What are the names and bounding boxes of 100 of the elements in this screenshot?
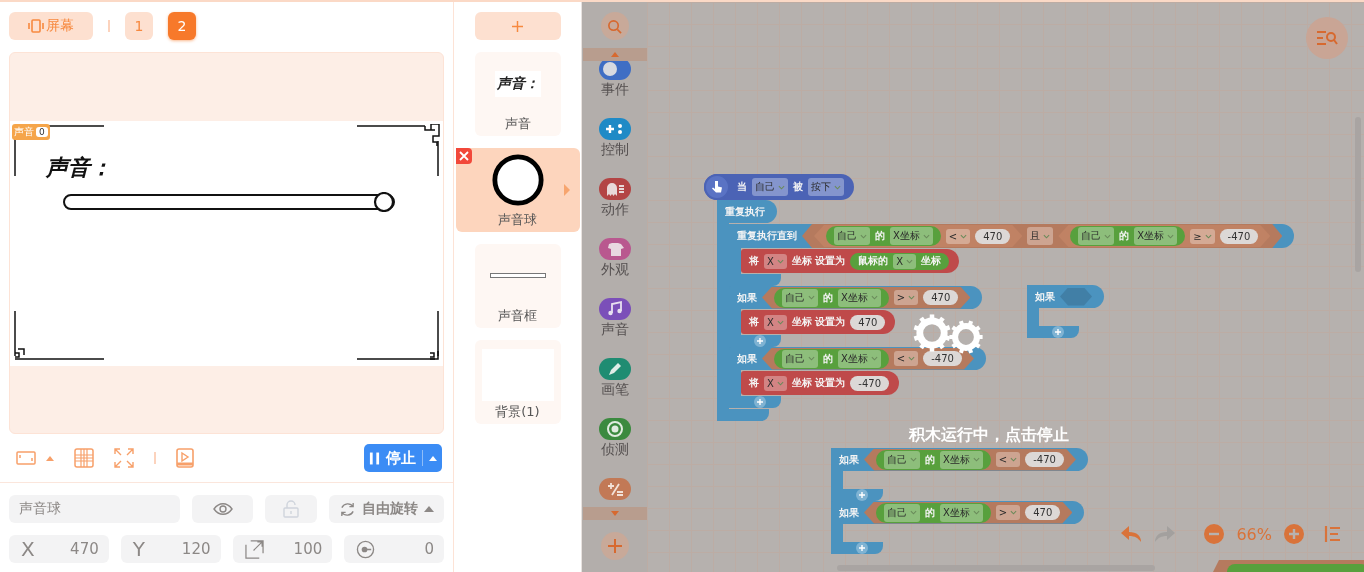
category-item[interactable]: 动作 <box>598 181 631 241</box>
add-extension-button[interactable] <box>600 532 629 560</box>
number-input[interactable]: 470 <box>1025 505 1061 520</box>
reporter-block[interactable]: 自己 的 X坐标 <box>876 502 991 523</box>
reporter-block[interactable]: 自己 的 X坐标 <box>774 287 889 308</box>
block-dropdown[interactable]: ≥ <box>1190 228 1215 244</box>
reporter-block[interactable]: 自己 的 X坐标 <box>1070 226 1186 246</box>
condition-block[interactable]: 自己 的 X坐标 < 470 <box>814 225 1023 247</box>
category-item[interactable]: 外观 <box>598 241 631 301</box>
block-dropdown[interactable]: 自己 <box>884 450 920 469</box>
block-dropdown[interactable]: < <box>893 351 919 366</box>
condition-block[interactable]: 自己 的 X坐标 < 470 且 自己 的 X坐标 ≥ -470 <box>802 224 1283 248</box>
scroll-down-button[interactable] <box>582 507 647 520</box>
block-dropdown[interactable]: X <box>764 375 787 391</box>
add-icon[interactable] <box>754 335 766 347</box>
number-input[interactable]: 470 <box>975 228 1011 244</box>
chevron-icon <box>834 184 841 190</box>
search-button[interactable] <box>600 12 629 40</box>
stage-size-icon[interactable] <box>16 451 36 465</box>
code-block[interactable]: 将 X 坐标 设置为 -470 <box>741 371 900 395</box>
block-dropdown[interactable]: 自己 <box>834 227 870 245</box>
chevron-icon <box>778 184 785 190</box>
block-dropdown[interactable]: X <box>893 253 917 269</box>
block-dropdown[interactable]: X坐标 <box>890 227 933 245</box>
caret-icon[interactable] <box>46 455 54 461</box>
number-input[interactable]: 470 <box>923 290 959 305</box>
number-input[interactable]: -470 <box>850 375 890 391</box>
add-icon[interactable] <box>856 542 868 554</box>
code-block[interactable]: 如果 自己 的 X坐标 > 470 <box>831 501 1085 554</box>
block-dropdown[interactable]: X坐标 <box>940 450 983 469</box>
chevron-icon <box>870 356 878 361</box>
category-item[interactable]: 控制 <box>598 121 631 181</box>
reporter-block[interactable]: 自己 的 X坐标 <box>876 449 991 470</box>
add-icon[interactable] <box>754 396 766 408</box>
reporter-block[interactable]: 自己 的 X坐标 <box>826 226 941 246</box>
number-input[interactable]: -470 <box>1219 228 1259 244</box>
block-dropdown[interactable]: X坐标 <box>838 349 881 368</box>
add-icon[interactable] <box>856 489 868 501</box>
caret-icon <box>429 455 437 461</box>
reporter-block[interactable]: 自己 的 X坐标 <box>774 348 889 369</box>
sprite-card[interactable]: 声音： 声音 <box>474 52 561 136</box>
code-canvas[interactable]: 当 自己 被 按下 重复执行 重复执行直到 自己 的 X坐标 < 470 且 自己 的 X坐标 ≥ -470 将 X 坐标 设置为 鼠标的 X 坐标 如果 自己 的 X坐标 > 470 将 X 坐标 设置为 470 如果 自己 的 X坐标 < -470 将 X 坐标 设置为 -470 如果 如果 自己 的 X坐标 < -470 如果 自己 的 X坐标 > 470 积木运行中，点击停止 66% <box>647 2 1364 572</box>
arrow-icon[interactable] <box>563 184 570 196</box>
block-label: 如果 <box>737 290 757 305</box>
block-dropdown[interactable]: X坐标 <box>1134 227 1178 245</box>
code-block[interactable]: 将 X 坐标 设置为 鼠标的 X 坐标 <box>741 249 960 273</box>
block-dropdown[interactable]: 自己 <box>782 288 818 307</box>
condition-block[interactable]: 自己 的 X坐标 > 470 <box>864 501 1073 524</box>
category-item[interactable]: 声音 <box>598 301 631 361</box>
sprite-name: 声音 <box>504 115 531 133</box>
block-dropdown[interactable]: X坐标 <box>940 503 983 522</box>
block-dropdown[interactable]: > <box>995 505 1021 520</box>
block-search-button[interactable] <box>1306 17 1348 59</box>
scroll-up-button[interactable] <box>582 48 647 61</box>
grid-icon[interactable] <box>74 448 94 468</box>
block-dropdown[interactable]: 自己 <box>884 503 920 522</box>
event-block[interactable]: 当 自己 被 按下 <box>704 174 854 200</box>
number-input[interactable]: 470 <box>850 314 886 330</box>
caret-icon <box>424 506 434 512</box>
block-dropdown[interactable]: 按下 <box>808 178 844 196</box>
category-item[interactable]: 侦测 <box>598 421 631 481</box>
caret-icon <box>610 511 619 516</box>
unlocked-icon <box>282 500 299 518</box>
number-input[interactable]: -470 <box>1025 452 1064 467</box>
block-dropdown[interactable]: X坐标 <box>838 288 881 307</box>
sprite-card[interactable]: 声音框 <box>474 244 561 328</box>
block-label: 的 <box>925 505 935 520</box>
sprite-card[interactable]: 声音球 <box>455 148 580 232</box>
condition-block[interactable]: 自己 的 X坐标 < -470 <box>762 347 974 370</box>
chevron-icon <box>1167 233 1175 239</box>
category-label: 声音 <box>600 321 629 339</box>
condition-block[interactable]: 自己 的 X坐标 < -470 <box>864 448 1076 471</box>
block-dropdown[interactable]: 自己 <box>752 178 788 196</box>
device-play-icon[interactable] <box>176 448 194 468</box>
rotate-icon <box>338 500 356 518</box>
condition-block[interactable]: 自己 的 X坐标 ≥ -470 <box>1058 225 1271 247</box>
block-dropdown[interactable]: X <box>764 253 787 269</box>
zoom-in-icon[interactable] <box>1284 524 1304 544</box>
category-item[interactable]: 事件 <box>598 61 631 121</box>
align-icon[interactable] <box>1324 525 1342 543</box>
sprite-card[interactable]: 背景(1) <box>474 340 561 424</box>
block-dropdown[interactable]: X <box>764 314 787 330</box>
condition-block[interactable]: 自己 的 X坐标 > 470 <box>762 286 971 309</box>
block-dropdown[interactable]: 且 <box>1027 227 1054 245</box>
block-dropdown[interactable]: 自己 <box>782 349 818 368</box>
undo-icon[interactable] <box>1120 525 1143 543</box>
block-dropdown[interactable]: > <box>893 290 919 305</box>
add-sprite-button[interactable] <box>474 12 561 40</box>
block-dropdown[interactable]: < <box>945 228 971 244</box>
fullscreen-icon[interactable] <box>114 448 134 468</box>
close-icon[interactable] <box>455 148 472 164</box>
code-block[interactable]: 如果 自己 的 X坐标 < -470 将 X 坐标 设置为 -470 <box>729 347 986 408</box>
reporter-block[interactable]: 鼠标的 X 坐标 <box>850 252 950 270</box>
number-input[interactable]: -470 <box>923 351 962 366</box>
category-item[interactable]: 画笔 <box>598 361 631 421</box>
zoom-out-icon[interactable] <box>1204 524 1225 544</box>
add-icon[interactable] <box>1052 326 1064 338</box>
code-block[interactable]: 将 X 坐标 设置为 470 <box>741 310 896 334</box>
block-dropdown[interactable]: < <box>995 452 1021 467</box>
block-dropdown[interactable]: 自己 <box>1078 227 1115 245</box>
